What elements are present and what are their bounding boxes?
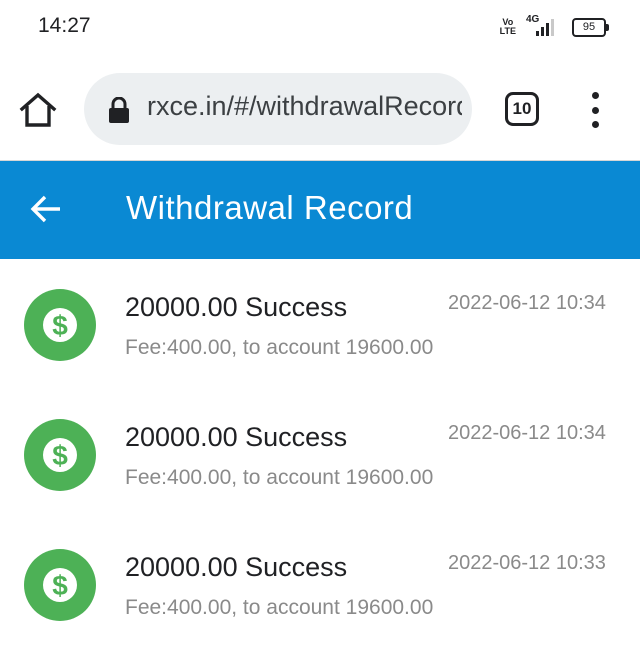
dollar-icon: $ bbox=[24, 549, 96, 621]
lock-icon bbox=[108, 96, 130, 123]
list-item[interactable]: $ 20000.00 Success Fee:400.00, to accoun… bbox=[0, 260, 640, 390]
status-time: 14:27 bbox=[38, 14, 91, 37]
record-time: 2022-06-12 10:34 bbox=[448, 292, 606, 314]
record-fee: Fee:400.00, to account 19600.00 bbox=[125, 336, 434, 359]
browser-toolbar: rxce.in/#/withdrawalRecord 10 bbox=[0, 56, 640, 161]
volte-icon: Vo LTE bbox=[500, 18, 516, 36]
record-fee: Fee:400.00, to account 19600.00 bbox=[125, 596, 434, 619]
record-time: 2022-06-12 10:34 bbox=[448, 422, 606, 444]
signal-icon: 4G bbox=[524, 14, 558, 38]
more-menu-icon[interactable] bbox=[582, 92, 608, 128]
record-amount-status: 20000.00 Success bbox=[125, 422, 348, 452]
record-time: 2022-06-12 10:33 bbox=[448, 552, 606, 574]
battery-icon: 95 bbox=[572, 17, 609, 37]
record-amount-status: 20000.00 Success bbox=[125, 552, 348, 582]
record-amount-status: 20000.00 Success bbox=[125, 292, 348, 322]
back-arrow-icon[interactable] bbox=[28, 191, 64, 227]
list-item[interactable]: $ 20000.00 Success Fee:400.00, to accoun… bbox=[0, 520, 640, 650]
address-bar[interactable]: rxce.in/#/withdrawalRecord bbox=[84, 73, 472, 145]
page-title: Withdrawal Record bbox=[126, 189, 414, 226]
withdrawal-record-list: $ 20000.00 Success Fee:400.00, to accoun… bbox=[0, 260, 640, 650]
dollar-icon: $ bbox=[24, 289, 96, 361]
signal-bars bbox=[536, 19, 554, 36]
status-icons: Vo LTE 4G 95 bbox=[500, 14, 609, 38]
home-icon[interactable] bbox=[18, 90, 58, 130]
dollar-icon: $ bbox=[24, 419, 96, 491]
url-text[interactable]: rxce.in/#/withdrawalRecord bbox=[147, 91, 462, 122]
tab-switcher-button[interactable]: 10 bbox=[505, 92, 539, 126]
status-bar: 14:27 Vo LTE 4G 95 bbox=[0, 0, 640, 56]
list-item[interactable]: $ 20000.00 Success Fee:400.00, to accoun… bbox=[0, 390, 640, 520]
record-fee: Fee:400.00, to account 19600.00 bbox=[125, 466, 434, 489]
app-header: Withdrawal Record bbox=[0, 161, 640, 259]
volte-bottom: LTE bbox=[499, 26, 516, 36]
